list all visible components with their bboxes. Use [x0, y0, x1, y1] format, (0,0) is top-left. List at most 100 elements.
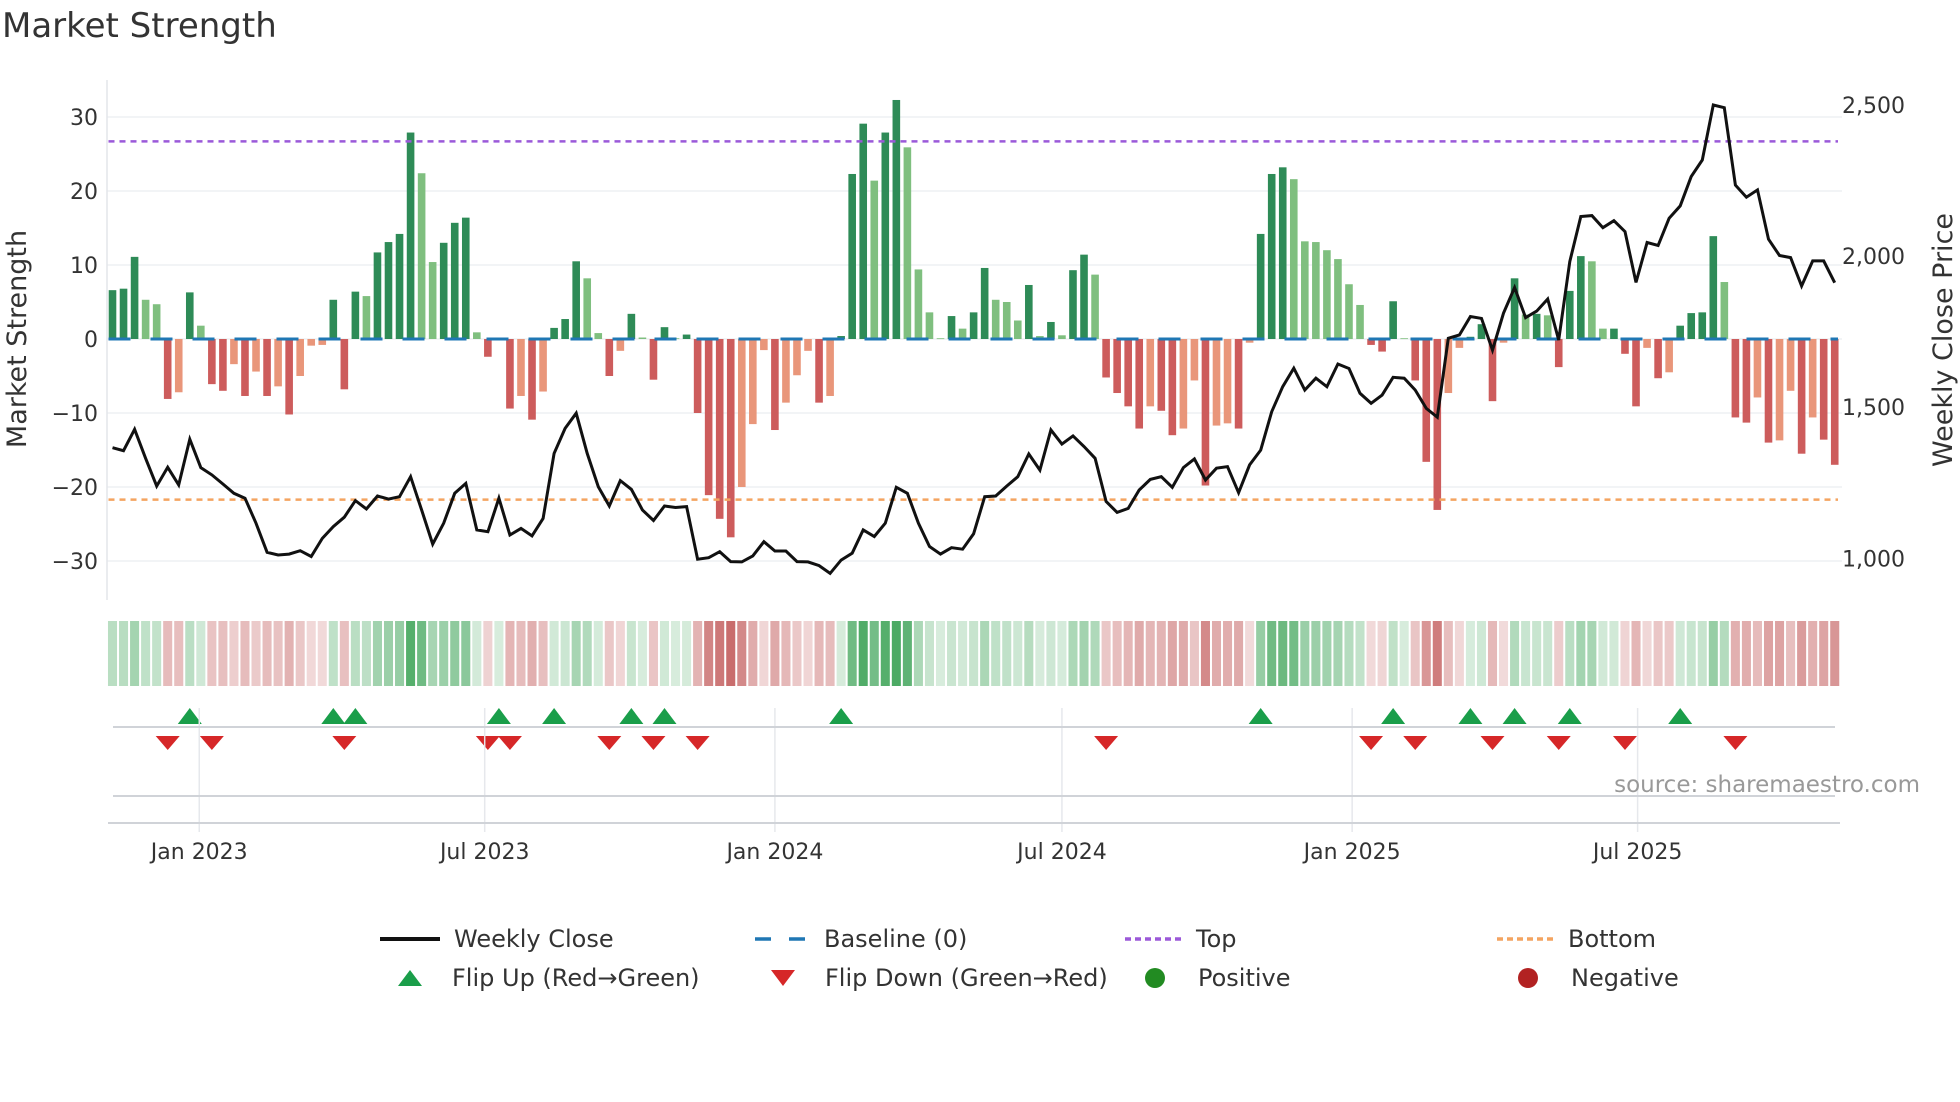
strip-cell — [119, 621, 129, 686]
strength-bar — [152, 304, 161, 339]
strength-bar — [649, 339, 658, 380]
strip-cell — [924, 621, 934, 686]
strength-bar — [119, 288, 128, 339]
strip-cell — [240, 621, 250, 686]
strength-bar — [1819, 339, 1828, 440]
strength-bar — [771, 339, 779, 431]
strength-bar — [384, 242, 393, 339]
strip-cell — [450, 621, 460, 686]
strength-bar — [461, 217, 470, 339]
strip-cell — [1631, 621, 1641, 686]
strength-bar — [660, 327, 669, 339]
strip-cell — [207, 621, 217, 686]
dashed-swatch-icon — [755, 937, 810, 941]
strip-cell — [527, 621, 537, 686]
flip-up-marker — [343, 708, 368, 724]
strength-bar — [1345, 284, 1353, 339]
flip-down-marker — [332, 736, 357, 750]
strength-bar — [439, 242, 448, 339]
strength-bar — [936, 338, 945, 340]
legend-label: Flip Down (Green→Red) — [825, 964, 1108, 992]
strength-bar — [395, 233, 404, 339]
strip-cell — [538, 621, 548, 686]
strength-bar — [1267, 173, 1276, 339]
strength-bar — [704, 339, 713, 496]
strength-bar — [1025, 284, 1033, 339]
strip-cell — [328, 621, 338, 686]
strip-cell — [549, 621, 559, 686]
x-tick-label: Jan 2024 — [724, 840, 823, 865]
strength-bar — [1830, 339, 1839, 465]
strength-bar — [1676, 325, 1684, 339]
flip-up-marker — [1248, 708, 1273, 724]
strip-cell — [737, 621, 747, 686]
legend-label: Bottom — [1568, 925, 1657, 953]
legend-label: Flip Up (Red→Green) — [452, 964, 700, 992]
strip-cell — [1322, 621, 1332, 686]
strip-cell — [715, 621, 725, 686]
strength-bar — [230, 339, 238, 365]
y-tick-label: −20 — [52, 476, 98, 501]
strength-bar — [826, 339, 834, 396]
strip-cell — [516, 621, 526, 686]
y-tick-label: 20 — [70, 180, 98, 205]
legend-label: Baseline (0) — [824, 925, 968, 953]
strength-bar — [539, 339, 547, 392]
legend-item-weekly-close: Weekly Close — [380, 922, 614, 956]
strip-cell — [748, 621, 758, 686]
strip-cell — [836, 621, 846, 686]
strength-bar — [1190, 339, 1199, 381]
strength-bar — [1146, 339, 1155, 407]
strength-bars — [108, 99, 1839, 538]
strip-cell — [1708, 621, 1718, 686]
strip-cell — [1156, 621, 1166, 686]
strength-bar — [1797, 339, 1806, 454]
strip-cell — [682, 621, 692, 686]
strength-bar — [804, 339, 812, 351]
strength-bar — [174, 339, 183, 393]
strip-cell — [880, 621, 890, 686]
flip-down-marker — [1480, 736, 1505, 750]
flip-down-marker — [1403, 736, 1428, 750]
strip-cell — [152, 621, 162, 686]
strength-bar — [141, 299, 150, 339]
strip-cell — [1499, 621, 1509, 686]
strip-cell — [1454, 621, 1464, 686]
legend-label: Top — [1196, 925, 1237, 953]
legend-label: Weekly Close — [454, 925, 614, 953]
strength-bar — [1102, 339, 1110, 378]
strip-cell — [726, 621, 736, 686]
circle-icon — [1518, 968, 1538, 988]
strength-bar — [484, 339, 492, 357]
dotted-swatch-icon — [1125, 937, 1182, 941]
flip-down-marker — [1723, 736, 1748, 750]
flip-up-marker — [486, 708, 511, 724]
strip-cell — [1620, 621, 1630, 686]
strength-bar — [925, 312, 934, 339]
strip-cell — [759, 621, 769, 686]
flip-down-marker — [155, 736, 180, 750]
strip-cell — [1487, 621, 1498, 686]
x-tick-label: Jul 2023 — [438, 840, 530, 865]
strip-cell — [107, 621, 118, 686]
strip-cell — [196, 621, 206, 686]
x-tick-label: Jan 2025 — [1302, 840, 1401, 865]
strength-bar — [1378, 339, 1386, 352]
strip-cell — [1200, 621, 1210, 686]
flip-down-marker — [1612, 736, 1637, 750]
strength-bar — [1687, 313, 1696, 339]
strength-bar — [506, 339, 514, 409]
flip-down-marker — [475, 736, 500, 750]
strength-bar — [737, 339, 746, 487]
strip-cell — [1719, 621, 1729, 686]
y-tick-label: −10 — [52, 402, 98, 427]
x-tick-label: Jul 2025 — [1591, 840, 1683, 865]
strip-cell — [163, 621, 173, 686]
strength-bar — [881, 132, 890, 339]
strip-cell — [1002, 621, 1012, 686]
strip-cell — [428, 621, 438, 686]
flip-up-marker — [1502, 708, 1527, 724]
strip-cell — [947, 621, 957, 686]
strength-bar — [428, 262, 437, 339]
flip-up-marker — [619, 708, 644, 724]
